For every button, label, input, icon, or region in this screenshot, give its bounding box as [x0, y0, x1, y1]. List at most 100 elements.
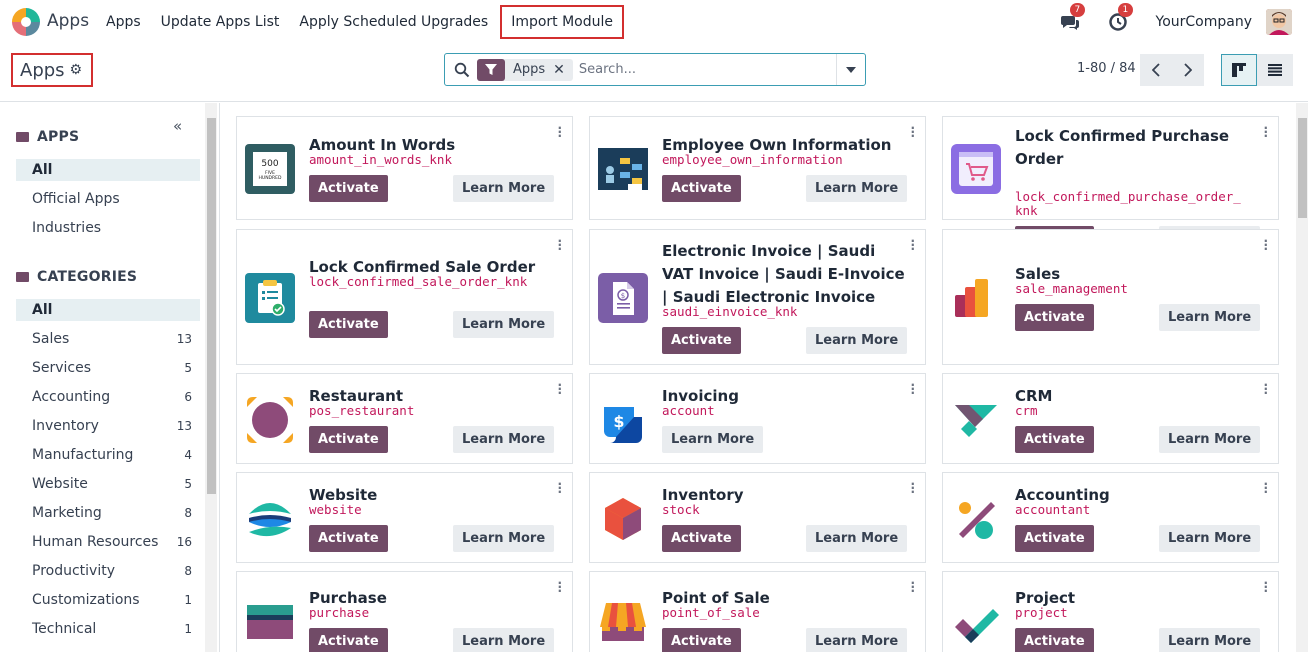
sidebar-category-item[interactable]: Website 5: [16, 473, 200, 495]
activate-button[interactable]: Activate: [662, 175, 741, 202]
learn-more-button[interactable]: Learn More: [806, 525, 908, 552]
card-menu-icon[interactable]: · · ·: [1263, 379, 1268, 399]
sidebar-category-item[interactable]: Sales 13: [16, 328, 200, 350]
activate-button[interactable]: Activate: [309, 525, 388, 552]
sidebar-category-item[interactable]: Inventory 13: [16, 415, 200, 437]
activate-button[interactable]: Activate: [662, 525, 741, 552]
sidebar-category-item[interactable]: Marketing 8: [16, 502, 200, 524]
learn-more-button[interactable]: Learn More: [453, 175, 555, 202]
company-switcher[interactable]: YourCompany: [1156, 14, 1253, 30]
learn-more-button[interactable]: Learn More: [1159, 525, 1261, 552]
menu-import-module[interactable]: Import Module: [500, 5, 625, 39]
breadcrumb[interactable]: Apps ⚙: [11, 53, 93, 87]
menu-apply-scheduled-upgrades[interactable]: Apply Scheduled Upgrades: [289, 0, 498, 44]
app-card[interactable]: $ Invoicing account Learn More · · ·: [589, 373, 926, 464]
sidebar-scrollbar-thumb[interactable]: [207, 118, 216, 494]
pager-value[interactable]: 1-80 / 84: [1077, 61, 1136, 76]
category-label: Technical: [32, 621, 97, 637]
user-avatar[interactable]: [1266, 9, 1292, 35]
app-card[interactable]: Employee Own Information employee_own_inf…: [589, 116, 926, 220]
activate-button[interactable]: Activate: [309, 175, 388, 202]
learn-more-button[interactable]: Learn More: [453, 525, 555, 552]
sidebar-category-item[interactable]: Manufacturing 4: [16, 444, 200, 466]
collapse-sidebar-icon[interactable]: «: [173, 117, 182, 135]
sidebar-app-official[interactable]: Official Apps: [16, 188, 200, 210]
learn-more-button[interactable]: Learn More: [806, 628, 908, 652]
apps-logo-icon[interactable]: [12, 8, 40, 36]
pager-previous[interactable]: [1140, 54, 1172, 86]
sidebar-category-item[interactable]: Technical 1: [16, 618, 200, 640]
app-card[interactable]: Lock Confirmed Sale Order lock_confirmed_…: [236, 229, 573, 365]
activate-button[interactable]: Activate: [309, 628, 388, 652]
app-card[interactable]: Inventory stock Activate Learn More · · ·: [589, 472, 926, 563]
menu-apps[interactable]: Apps: [96, 0, 151, 44]
search-input[interactable]: [578, 62, 819, 77]
activities-button[interactable]: 1: [1108, 3, 1134, 32]
control-panel: Apps ⚙ Apps ✕ 1-80 / 84: [0, 44, 1308, 102]
card-menu-icon[interactable]: · · ·: [910, 122, 915, 142]
sidebar-category-item[interactable]: Services 5: [16, 357, 200, 379]
search-icon[interactable]: [454, 62, 470, 78]
app-card[interactable]: Website website Activate Learn More · · ·: [236, 472, 573, 563]
card-menu-icon[interactable]: · · ·: [1263, 122, 1268, 142]
pager-next[interactable]: [1172, 54, 1204, 86]
activate-button[interactable]: Activate: [1015, 525, 1094, 552]
activate-button[interactable]: Activate: [1015, 426, 1094, 453]
learn-more-button[interactable]: Learn More: [1159, 628, 1261, 652]
activate-button[interactable]: Activate: [1015, 304, 1094, 331]
learn-more-button[interactable]: Learn More: [806, 327, 908, 354]
sidebar-app-all[interactable]: All: [16, 159, 200, 181]
app-card[interactable]: CRM crm Activate Learn More · · ·: [942, 373, 1279, 464]
app-card[interactable]: Purchase purchase Activate Learn More · · ·: [236, 571, 573, 652]
activate-button[interactable]: Activate: [309, 311, 388, 338]
card-menu-icon[interactable]: · · ·: [557, 379, 562, 399]
app-card[interactable]: $ Electronic Invoice | Saudi VAT Invoice …: [589, 229, 926, 365]
app-title[interactable]: Apps: [47, 11, 89, 31]
card-menu-icon[interactable]: · · ·: [1263, 577, 1268, 597]
activate-button[interactable]: Activate: [662, 327, 741, 354]
activate-button[interactable]: Activate: [1015, 628, 1094, 652]
app-card[interactable]: Lock Confirmed Purchase Order lock_confir…: [942, 116, 1279, 253]
app-card[interactable]: Restaurant pos_restaurant Activate Learn Mo…: [236, 373, 573, 464]
activate-button[interactable]: Activate: [309, 426, 388, 453]
card-menu-icon[interactable]: · · ·: [910, 235, 915, 255]
activate-button[interactable]: Activate: [662, 628, 741, 652]
sidebar-category-item[interactable]: Productivity 8: [16, 560, 200, 582]
card-menu-icon[interactable]: · · ·: [1263, 235, 1268, 255]
learn-more-button[interactable]: Learn More: [662, 426, 764, 453]
kanban-view-button[interactable]: [1221, 54, 1257, 86]
list-view-button[interactable]: [1257, 54, 1293, 86]
app-card[interactable]: Accounting accountant Activate Learn More · ·…: [942, 472, 1279, 563]
app-card[interactable]: Point of Sale point_of_sale Activate Learn …: [589, 571, 926, 652]
app-card[interactable]: Project project Activate Learn More · · ·: [942, 571, 1279, 652]
learn-more-button[interactable]: Learn More: [453, 311, 555, 338]
card-menu-icon[interactable]: · · ·: [910, 379, 915, 399]
card-menu-icon[interactable]: · · ·: [557, 235, 562, 255]
learn-more-button[interactable]: Learn More: [453, 426, 555, 453]
messages-button[interactable]: 7: [1060, 3, 1086, 32]
sidebar-app-industries[interactable]: Industries: [16, 217, 200, 239]
learn-more-button[interactable]: Learn More: [806, 175, 908, 202]
remove-facet-icon[interactable]: ✕: [553, 62, 573, 78]
card-menu-icon[interactable]: · · ·: [1263, 478, 1268, 498]
learn-more-button[interactable]: Learn More: [1159, 304, 1261, 331]
gear-icon[interactable]: ⚙: [70, 62, 83, 78]
app-technical-name: accountant: [1015, 502, 1091, 517]
card-menu-icon[interactable]: · · ·: [910, 577, 915, 597]
card-menu-icon[interactable]: · · ·: [557, 122, 562, 142]
app-card[interactable]: Sales sale_management Activate Learn More · ·…: [942, 229, 1279, 365]
facet-label: Apps: [513, 62, 546, 77]
sidebar-category-item[interactable]: Customizations 1: [16, 589, 200, 611]
card-menu-icon[interactable]: · · ·: [557, 478, 562, 498]
card-menu-icon[interactable]: · · ·: [910, 478, 915, 498]
main-scrollbar-thumb[interactable]: [1298, 118, 1307, 218]
search-options-toggle[interactable]: [836, 54, 865, 85]
sidebar-category-item[interactable]: Accounting 6: [16, 386, 200, 408]
sidebar-category-item[interactable]: Human Resources 16: [16, 531, 200, 553]
menu-update-apps-list[interactable]: Update Apps List: [151, 0, 290, 44]
sidebar-category-item[interactable]: All: [16, 299, 200, 321]
card-menu-icon[interactable]: · · ·: [557, 577, 562, 597]
learn-more-button[interactable]: Learn More: [1159, 426, 1261, 453]
learn-more-button[interactable]: Learn More: [453, 628, 555, 652]
app-card[interactable]: 500 FIVE HUNDRED Amount In Words amount_in_w…: [236, 116, 573, 220]
